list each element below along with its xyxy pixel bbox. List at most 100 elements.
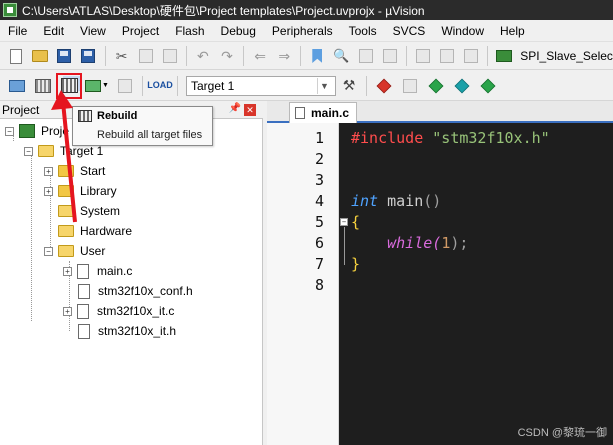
bookmark-button[interactable]: [307, 45, 327, 67]
nav-back-button[interactable]: ⇐: [250, 45, 270, 67]
menu-bar: File Edit View Project Flash Debug Perip…: [0, 20, 613, 42]
menu-file[interactable]: File: [0, 20, 35, 42]
menu-window[interactable]: Window: [433, 20, 492, 42]
target-select[interactable]: Target 1 ▼: [186, 75, 336, 96]
tree-group-user[interactable]: − User: [44, 241, 105, 261]
file-icon: [295, 107, 305, 119]
collapse-icon[interactable]: −: [24, 146, 33, 156]
prev-bookmark-button[interactable]: [356, 45, 376, 67]
config-icon-button[interactable]: [494, 45, 514, 67]
close-icon[interactable]: ✕: [244, 104, 256, 116]
indent-button[interactable]: [413, 45, 433, 67]
load-icon: LOAD: [147, 80, 173, 90]
config-icon: [496, 50, 513, 62]
save-button[interactable]: [54, 45, 74, 67]
expand-icon[interactable]: +: [63, 306, 72, 316]
find-button[interactable]: 🔍: [331, 45, 351, 67]
options-for-target-button[interactable]: ⚒: [338, 75, 360, 97]
build-button[interactable]: [32, 75, 54, 97]
open-file-button[interactable]: [30, 45, 50, 67]
collapse-icon[interactable]: −: [5, 126, 14, 136]
menu-view[interactable]: View: [72, 20, 114, 42]
rebuild-button[interactable]: [56, 72, 82, 99]
paste-button[interactable]: [160, 45, 180, 67]
tree-file-it-h[interactable]: stm32f10x_it.h: [78, 321, 176, 341]
stop-build-button[interactable]: [114, 75, 136, 97]
comment-button[interactable]: [461, 45, 481, 67]
line-number: 8: [314, 276, 324, 294]
new-file-icon: [10, 48, 23, 64]
tree-group-start[interactable]: + Start: [44, 161, 105, 181]
menu-svcs[interactable]: SVCS: [385, 20, 434, 42]
download-button[interactable]: LOAD: [147, 75, 173, 97]
line-number: 2: [314, 150, 324, 168]
cut-icon: ✂: [115, 47, 128, 64]
bookmark-icon: [312, 49, 323, 63]
unindent-button[interactable]: [437, 45, 457, 67]
select-packs-button[interactable]: [451, 75, 473, 97]
menu-tools[interactable]: Tools: [341, 20, 385, 42]
tree-project[interactable]: − Proje: [5, 121, 69, 141]
fold-toggle-icon[interactable]: −: [340, 218, 348, 226]
build-icon: [35, 78, 51, 93]
config-name-label[interactable]: SPI_Slave_Selec: [520, 49, 613, 63]
batch-build-button[interactable]: ▼: [84, 75, 110, 97]
save-icon: [57, 49, 72, 63]
copy-button[interactable]: [136, 45, 156, 67]
redo-icon: ↷: [221, 47, 233, 64]
collapse-icon[interactable]: −: [44, 246, 53, 256]
tree-file-main-c[interactable]: + main.c: [63, 261, 132, 281]
tree-group-system[interactable]: System: [58, 201, 120, 221]
tree-file-it-c[interactable]: + stm32f10x_it.c: [63, 301, 174, 321]
folder-icon: [58, 205, 74, 217]
clear-bookmarks-button[interactable]: [380, 45, 400, 67]
tab-main-c[interactable]: main.c: [289, 102, 357, 123]
expand-icon[interactable]: +: [44, 166, 53, 176]
tree-group-library[interactable]: + Library: [44, 181, 117, 201]
tree-group-hardware[interactable]: Hardware: [58, 221, 132, 241]
toolbar-separator: [487, 46, 489, 66]
menu-project[interactable]: Project: [114, 20, 167, 42]
save-all-button[interactable]: [78, 45, 98, 67]
paste-icon: [162, 49, 177, 63]
redo-button[interactable]: ↷: [217, 45, 237, 67]
expand-icon[interactable]: +: [63, 266, 72, 276]
tree-line: [31, 149, 32, 321]
group-label: Library: [80, 184, 117, 198]
translate-icon: [9, 79, 25, 92]
file-toolbar: ✂ ↶ ↷ ⇐ ⇒ 🔍 SPI_Slave_Selec: [0, 43, 613, 70]
watermark: CSDN @黎琉一御: [517, 427, 607, 439]
pack-installer-button[interactable]: [477, 75, 499, 97]
nav-forward-button[interactable]: ⇒: [274, 45, 294, 67]
new-file-button[interactable]: [6, 45, 26, 67]
comment-icon: [464, 49, 479, 63]
chevron-down-icon: ▼: [102, 82, 109, 89]
menu-help[interactable]: Help: [492, 20, 533, 42]
target-select-value: Target 1: [191, 78, 235, 93]
menu-flash[interactable]: Flash: [167, 20, 212, 42]
menu-peripherals[interactable]: Peripherals: [264, 20, 341, 42]
group-label: Hardware: [80, 224, 133, 238]
manage-rte-button[interactable]: [425, 75, 447, 97]
undo-button[interactable]: ↶: [193, 45, 213, 67]
code-editor[interactable]: 1 2 3 4 5 6 7 8 − #include "stm32f10x.h"…: [267, 123, 613, 445]
menu-debug[interactable]: Debug: [213, 20, 264, 42]
pin-icon[interactable]: 📌: [229, 103, 241, 114]
line-number: 4: [314, 192, 324, 210]
code-token: 1: [441, 234, 451, 252]
code-token: }: [351, 255, 361, 273]
tree-file-conf-h[interactable]: stm32f10x_conf.h: [78, 281, 193, 301]
translate-button[interactable]: [6, 75, 28, 97]
file-label: main.c: [97, 264, 133, 278]
indent-icon: [415, 49, 430, 63]
window-title: C:\Users\ATLAS\Desktop\硬件包\Project templ…: [22, 3, 425, 18]
expand-icon[interactable]: +: [44, 186, 53, 196]
pack-icon: [454, 78, 470, 93]
file-extensions-button[interactable]: [373, 75, 395, 97]
magic-wand-icon: ⚒: [342, 77, 356, 93]
line-number: 5: [314, 213, 324, 231]
menu-edit[interactable]: Edit: [35, 20, 72, 42]
manage-project-items-button[interactable]: [399, 75, 421, 97]
batch-build-icon: [85, 79, 102, 92]
cut-button[interactable]: ✂: [111, 45, 131, 67]
